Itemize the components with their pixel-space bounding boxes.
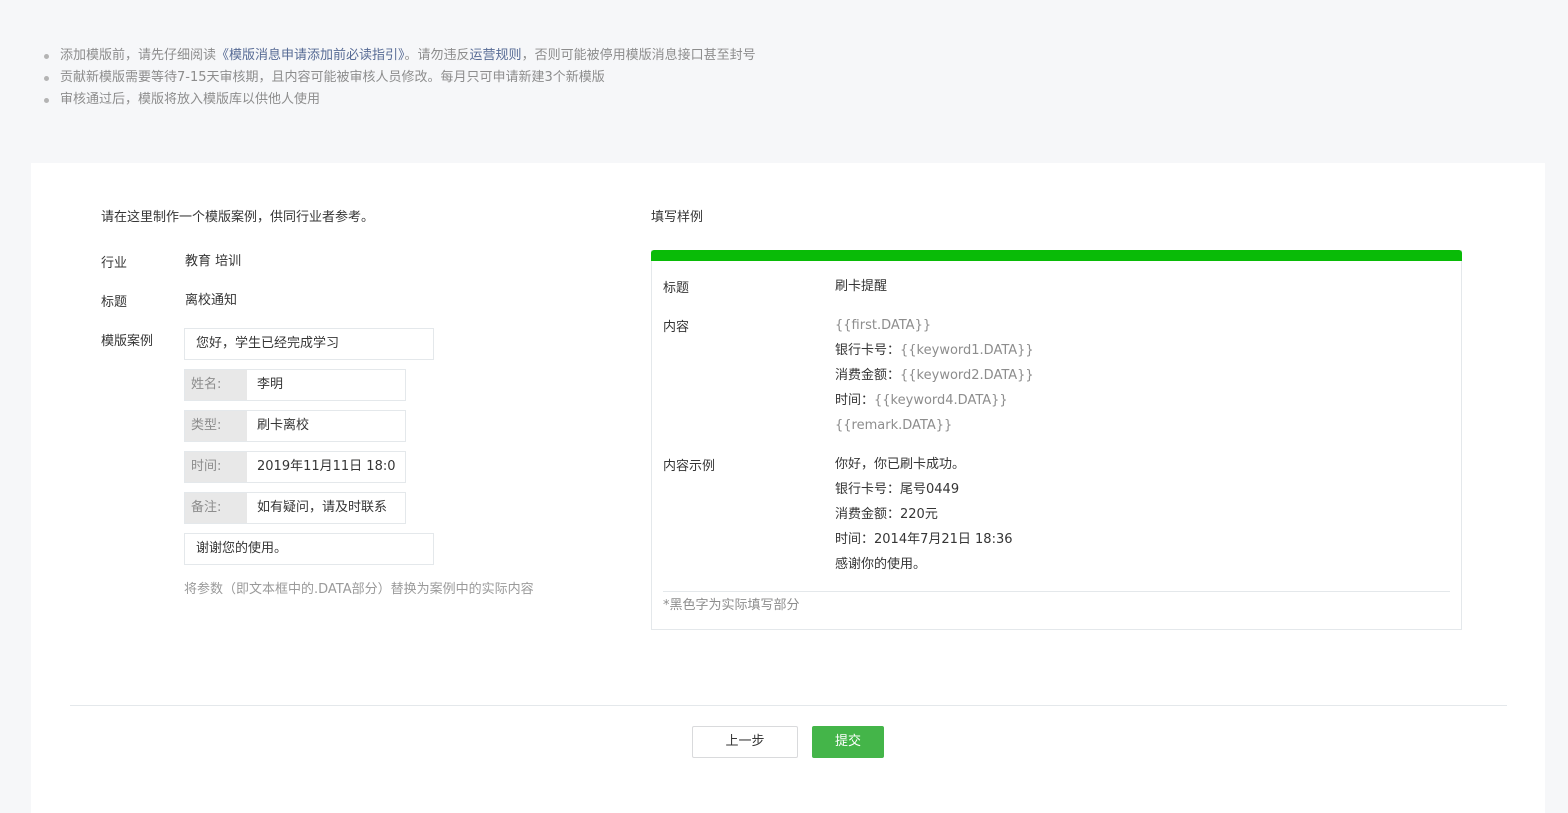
first-input[interactable]: 您好，学生已经完成学习 <box>184 328 434 360</box>
example-line: 你好，你已刷卡成功。 <box>835 457 966 472</box>
footer-divider <box>70 705 1507 706</box>
guide-link[interactable]: 《模版消息申请添加前必读指引》 <box>216 48 405 63</box>
industry-label: 行业 <box>101 256 128 271</box>
sample-divider <box>663 591 1450 592</box>
content-line: {{remark.DATA}} <box>835 418 953 433</box>
case-label: 模版案例 <box>101 334 154 349</box>
main-panel: 请在这里制作一个模版案例，供同行业者参考。 行业 教育 培训 标题 离校通知 模… <box>31 163 1545 813</box>
notice-item: 添加模版前，请先仔细阅读《模版消息申请添加前必读指引》。请勿违反运营规则，否则可… <box>44 45 756 67</box>
field-key: 时间: <box>185 452 247 482</box>
title-value: 离校通知 <box>185 293 238 308</box>
sample-heading: 填写样例 <box>651 210 704 225</box>
field-value-input[interactable]: 刷卡离校 <box>247 411 405 441</box>
notice-list: 添加模版前，请先仔细阅读《模版消息申请添加前必读指引》。请勿违反运营规则，否则可… <box>44 45 756 111</box>
content-line: 银行卡号：{{keyword1.DATA}} <box>835 338 1034 363</box>
content-key: 银行卡号： <box>835 343 901 358</box>
sample-content: {{first.DATA}} 银行卡号：{{keyword1.DATA}} 消费… <box>835 313 1034 438</box>
content-placeholder: {{keyword1.DATA}} <box>900 343 1034 358</box>
sample-card: 标题 刷卡提醒 内容 {{first.DATA}} 银行卡号：{{keyword… <box>651 250 1462 630</box>
content-key: 消费金额： <box>835 368 901 383</box>
remark-input[interactable]: 谢谢您的使用。 <box>184 533 434 565</box>
content-key: 时间： <box>835 393 875 408</box>
sample-accent-bar <box>651 250 1462 261</box>
content-line: 时间：{{keyword4.DATA}} <box>835 388 1034 413</box>
example-line: 时间：2014年7月21日 18:36 <box>835 532 1013 547</box>
title-label: 标题 <box>101 295 128 310</box>
content-line: 消费金额：{{keyword2.DATA}} <box>835 363 1034 388</box>
industry-value: 教育 培训 <box>185 254 242 269</box>
rules-link[interactable]: 运营规则 <box>470 48 522 63</box>
field-key: 备注: <box>185 493 247 523</box>
example-line: 感谢你的使用。 <box>835 557 927 572</box>
notice-text: ，否则可能被停用模版消息接口甚至封号 <box>521 48 756 63</box>
sample-title-label: 标题 <box>663 281 690 296</box>
example-line: 银行卡号：尾号0449 <box>835 482 960 497</box>
example-line: 消费金额：220元 <box>835 507 938 522</box>
submit-button[interactable]: 提交 <box>812 726 884 758</box>
content-line: {{first.DATA}} <box>835 318 932 333</box>
keyword-field-name: 姓名: 李明 <box>184 369 406 401</box>
notice-text: 添加模版前，请先仔细阅读 <box>60 48 217 63</box>
field-key: 姓名: <box>185 370 247 400</box>
sample-title-value: 刷卡提醒 <box>835 274 887 299</box>
sample-example: 你好，你已刷卡成功。 银行卡号：尾号0449 消费金额：220元 时间：2014… <box>835 452 1013 577</box>
keyword-field-time: 时间: 2019年11月11日 18:0 <box>184 451 406 483</box>
field-value-input[interactable]: 如有疑问，请及时联系 <box>247 493 405 523</box>
sample-footnote: *黑色字为实际填写部分 <box>663 598 800 613</box>
notice-item: 审核通过后，模版将放入模版库以供他人使用 <box>44 89 756 111</box>
notice-item: 贡献新模版需要等待7-15天审核期，且内容可能被审核人员修改。每月只可申请新建3… <box>44 67 756 89</box>
keyword-field-type: 类型: 刷卡离校 <box>184 410 406 442</box>
content-placeholder: {{keyword2.DATA}} <box>900 368 1034 383</box>
sample-title-text: 刷卡提醒 <box>835 279 888 294</box>
notice-text: 。请勿违反 <box>404 48 470 63</box>
keyword-field-remark: 备注: 如有疑问，请及时联系 <box>184 492 406 524</box>
content-placeholder: {{keyword4.DATA}} <box>874 393 1008 408</box>
field-value-input[interactable]: 李明 <box>247 370 405 400</box>
param-hint: 将参数（即文本框中的.DATA部分）替换为案例中的实际内容 <box>184 582 534 597</box>
sample-content-label: 内容 <box>663 320 690 335</box>
field-value-input[interactable]: 2019年11月11日 18:0 <box>247 452 405 482</box>
prev-step-button[interactable]: 上一步 <box>692 726 798 758</box>
sample-example-label: 内容示例 <box>663 459 716 474</box>
field-key: 类型: <box>185 411 247 441</box>
form-intro: 请在这里制作一个模版案例，供同行业者参考。 <box>101 210 375 225</box>
